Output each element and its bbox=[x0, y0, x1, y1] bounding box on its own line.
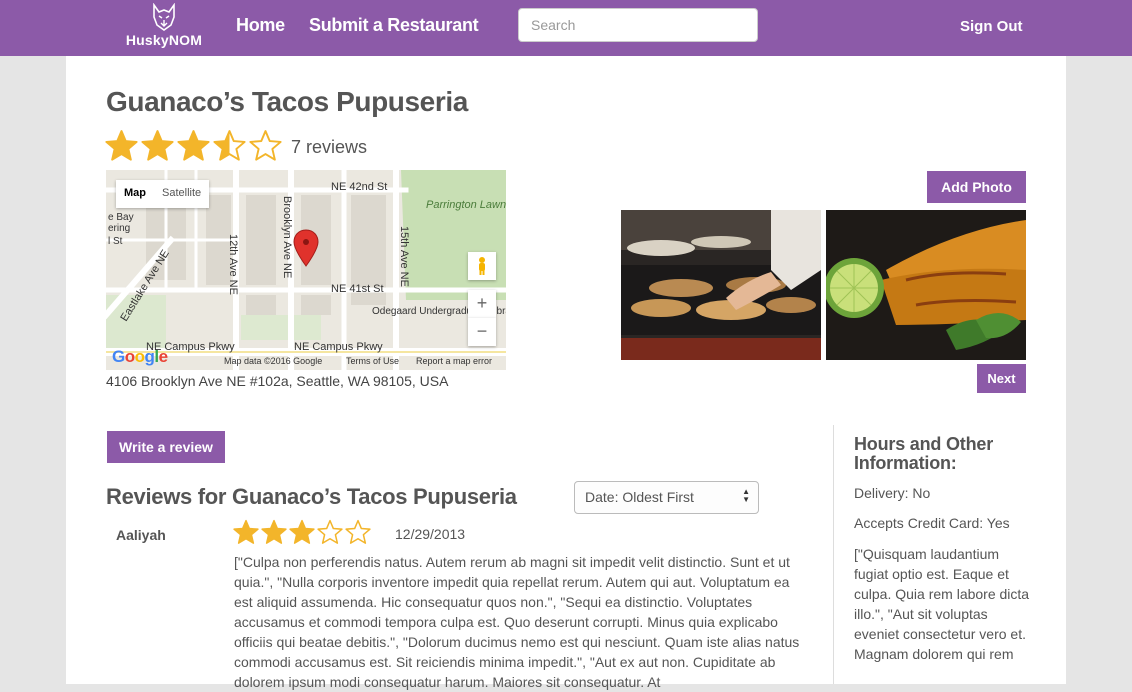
map-label-lst: l St bbox=[108, 236, 123, 247]
map-data-attribution: Map data ©2016 Google bbox=[224, 356, 323, 366]
map-terms-link[interactable]: Terms of Use bbox=[346, 356, 399, 366]
map-label-ering: ering bbox=[108, 223, 130, 234]
review-sort-selected: Date: Oldest First bbox=[585, 489, 694, 505]
credit-card-info: Accepts Credit Card: Yes bbox=[854, 515, 1010, 531]
map-type-map-button[interactable]: Map bbox=[116, 180, 154, 208]
restaurant-rating-stars bbox=[105, 129, 285, 162]
review-sort-select[interactable]: Date: Oldest First ▲ ▼ bbox=[574, 481, 759, 514]
next-photo-button[interactable]: Next bbox=[977, 364, 1026, 393]
map-label-15th: 15th Ave NE bbox=[398, 226, 410, 287]
star-full-icon bbox=[233, 519, 259, 544]
nav-home-link[interactable]: Home bbox=[236, 15, 285, 36]
map-label-ne41: NE 41st St bbox=[331, 283, 384, 295]
sidebar-divider bbox=[833, 425, 834, 684]
star-empty-icon bbox=[345, 519, 371, 544]
star-full-icon bbox=[177, 130, 210, 161]
location-map[interactable]: NE 42nd St NE 41st St NE Campus Pkwy NE … bbox=[106, 170, 506, 370]
nav-submit-restaurant-link[interactable]: Submit a Restaurant bbox=[309, 15, 479, 36]
map-label-ne42: NE 42nd St bbox=[331, 181, 387, 193]
map-report-error-link[interactable]: Report a map error bbox=[416, 356, 492, 366]
map-type-toggle: Map Satellite bbox=[116, 180, 210, 208]
logo[interactable]: HuskyNOM bbox=[124, 3, 204, 51]
top-navbar: HuskyNOM Home Submit a Restaurant Sign O… bbox=[0, 0, 1132, 56]
restaurant-name: Guanaco’s Tacos Pupuseria bbox=[106, 86, 468, 117]
map-label-parrington: Parrington Lawn bbox=[426, 199, 506, 211]
star-empty-icon bbox=[249, 130, 282, 161]
map-label-12th: 12th Ave NE bbox=[227, 234, 239, 295]
sidebar-heading: Hours and Other Information: bbox=[854, 434, 994, 473]
google-logo: Google bbox=[112, 347, 168, 366]
zoom-in-button[interactable]: + bbox=[468, 290, 496, 318]
select-arrows-icon: ▲ ▼ bbox=[742, 487, 750, 504]
map-type-satellite-button[interactable]: Satellite bbox=[154, 180, 209, 208]
write-review-button[interactable]: Write a review bbox=[107, 431, 225, 463]
review-text: ["Culpa non perferendis natus. Autem rer… bbox=[234, 554, 800, 690]
star-full-icon bbox=[289, 519, 315, 544]
food-photo-1[interactable] bbox=[621, 210, 821, 360]
star-empty-icon bbox=[317, 519, 343, 544]
star-full-icon bbox=[261, 519, 287, 544]
review-author: Aaliyah bbox=[116, 527, 166, 543]
logo-text: HuskyNOM bbox=[125, 32, 203, 48]
map-label-brooklyn: Brooklyn Ave NE bbox=[281, 196, 293, 278]
star-full-icon bbox=[141, 130, 174, 161]
review-rating-stars bbox=[233, 519, 373, 545]
food-photo-2[interactable] bbox=[826, 210, 1026, 360]
restaurant-description: ["Quisquam laudantium fugiat optio est. … bbox=[854, 546, 1030, 662]
add-photo-button[interactable]: Add Photo bbox=[927, 171, 1026, 203]
review-date: 12/29/2013 bbox=[395, 526, 466, 542]
zoom-out-button[interactable]: − bbox=[468, 318, 496, 346]
map-label-bay: e Bay bbox=[108, 212, 134, 223]
map-label-campus-pkwy-2: NE Campus Pkwy bbox=[294, 341, 383, 353]
star-full-icon bbox=[105, 130, 138, 161]
restaurant-address: 4106 Brooklyn Ave NE #102a, Seattle, WA … bbox=[106, 373, 449, 389]
delivery-info: Delivery: No bbox=[854, 485, 931, 501]
search-input[interactable] bbox=[518, 8, 758, 42]
sign-out-link[interactable]: Sign Out bbox=[960, 18, 1023, 35]
star-half-icon bbox=[213, 130, 246, 161]
reviews-heading: Reviews for Guanaco’s Tacos Pupuseria bbox=[106, 484, 517, 509]
main-content: Guanaco’s Tacos Pupuseria 7 reviews NE 4… bbox=[66, 56, 1066, 690]
street-view-pegman-icon[interactable] bbox=[468, 252, 496, 280]
review-count[interactable]: 7 reviews bbox=[291, 137, 367, 158]
husky-logo-icon bbox=[153, 3, 175, 31]
